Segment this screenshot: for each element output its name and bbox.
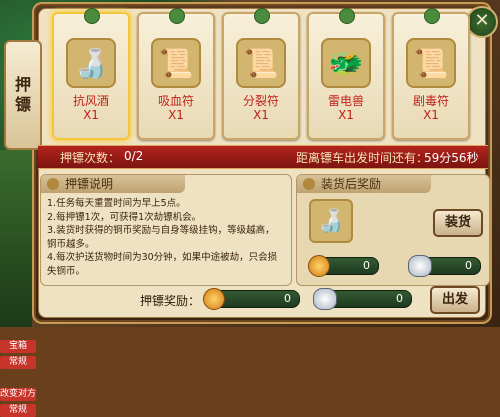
gourd-icon[interactable]: 🍶 [309, 199, 353, 243]
scroll-icon [47, 178, 59, 190]
scroll-icon [303, 178, 315, 190]
escort-silver-value: 0 [396, 292, 403, 305]
instruction-line: 3.装货时获得的铜币奖励与自身等级挂钩，等级越高， [47, 225, 275, 236]
knot-icon [254, 8, 270, 24]
item-qty: X1 [423, 108, 439, 122]
instruction-line: 1.任务每天重置时间为早上5点。 [47, 198, 186, 209]
cargo-silver-field: 0 [408, 255, 481, 277]
left-label-3: 改变对方 [0, 388, 37, 401]
escort-copper-field: 0 [203, 288, 300, 310]
item-qty: X1 [168, 108, 184, 122]
status-bar: 押镖次数： 0/2 距离镖车出发时间还有： 59分56秒 [38, 145, 488, 169]
cargo-silver-value: 0 [465, 259, 472, 272]
left-decor-strip: 宝箱 常规 改变对方 常规 [0, 150, 36, 417]
instruction-line: 2.每押镖1次，可获得1次劫镖机会。 [47, 211, 202, 223]
talisman-icon: 📜 [151, 38, 201, 88]
instruction-line: 铜币越多。 [47, 238, 95, 250]
item-qty: X1 [338, 108, 354, 122]
item-name: 抗风酒 [72, 94, 109, 108]
item-card-1[interactable]: 🍶 抗风酒 X1 [52, 8, 130, 140]
tab-escort[interactable]: 押 镖 [4, 40, 42, 150]
knot-icon [169, 8, 185, 24]
cargo-reward-panel: 装货后奖励 🍶 装货 0 0 [296, 174, 490, 286]
escort-silver-field: 0 [313, 288, 412, 310]
beast-icon: 🐲 [321, 38, 371, 88]
depart-button[interactable]: 出发 [430, 286, 480, 314]
cargo-copper-field: 0 [308, 255, 379, 277]
talisman-icon: 📜 [236, 38, 286, 88]
instruction-line: 失铜币。 [47, 265, 86, 277]
instructions-text: 1.任务每天重置时间为早上5点。 2.每押镖1次，可获得1次劫镖机会。 3.装货… [47, 197, 285, 278]
instructions-title: 押镖说明 [41, 175, 185, 193]
left-label-1: 宝箱 [0, 340, 36, 353]
knot-icon [339, 8, 355, 24]
close-icon: ✕ [474, 10, 490, 31]
cargo-reward-title: 装货后奖励 [297, 175, 431, 193]
departure-time-value: 59分56秒 [424, 151, 479, 165]
item-name: 剧毒符 [412, 94, 449, 108]
escort-copper-value: 0 [284, 292, 291, 305]
item-qty: X1 [253, 108, 269, 122]
instruction-line: 4.每次护送货物时间为30分钟，如果中途被劫，只会损 [47, 252, 278, 263]
item-card-3[interactable]: 📜 分裂符 X1 [222, 8, 300, 140]
copper-coin-icon [203, 288, 225, 310]
item-cards: 🍶 抗风酒 X1 📜 吸血符 X1 📜 分裂符 X1 🐲 雷电兽 X1 📜 剧毒… [52, 8, 470, 140]
escort-reward-label: 押镖奖励： [140, 294, 201, 308]
item-card-2[interactable]: 📜 吸血符 X1 [137, 8, 215, 140]
left-label-2: 常规 [0, 356, 36, 369]
item-name: 吸血符 [157, 94, 194, 108]
left-label-4: 常规 [0, 404, 36, 417]
talisman-icon: 📜 [406, 38, 456, 88]
knot-icon [84, 8, 100, 24]
escort-count-value: 0/2 [124, 149, 144, 163]
gourd-icon: 🍶 [66, 38, 116, 88]
knot-icon [424, 8, 440, 24]
load-cargo-button[interactable]: 装货 [433, 209, 483, 237]
item-card-4[interactable]: 🐲 雷电兽 X1 [307, 8, 385, 140]
item-name: 雷电兽 [327, 94, 364, 108]
copper-coin-icon [308, 255, 330, 277]
instructions-panel: 押镖说明 1.任务每天重置时间为早上5点。 2.每押镖1次，可获得1次劫镖机会。… [40, 174, 292, 286]
escort-count-label: 押镖次数： [60, 151, 121, 165]
cargo-copper-value: 0 [363, 259, 370, 272]
silver-ingot-icon [313, 288, 337, 310]
item-name: 分裂符 [242, 94, 279, 108]
item-card-5[interactable]: 📜 剧毒符 X1 [392, 8, 470, 140]
tab-escort-label-2: 镖 [14, 95, 31, 114]
close-button[interactable]: ✕ [466, 6, 498, 38]
departure-time-label: 距离镖车出发时间还有： [296, 151, 429, 165]
silver-ingot-icon [408, 255, 432, 277]
item-qty: X1 [83, 108, 99, 122]
tab-escort-label-1: 押 [14, 75, 31, 94]
